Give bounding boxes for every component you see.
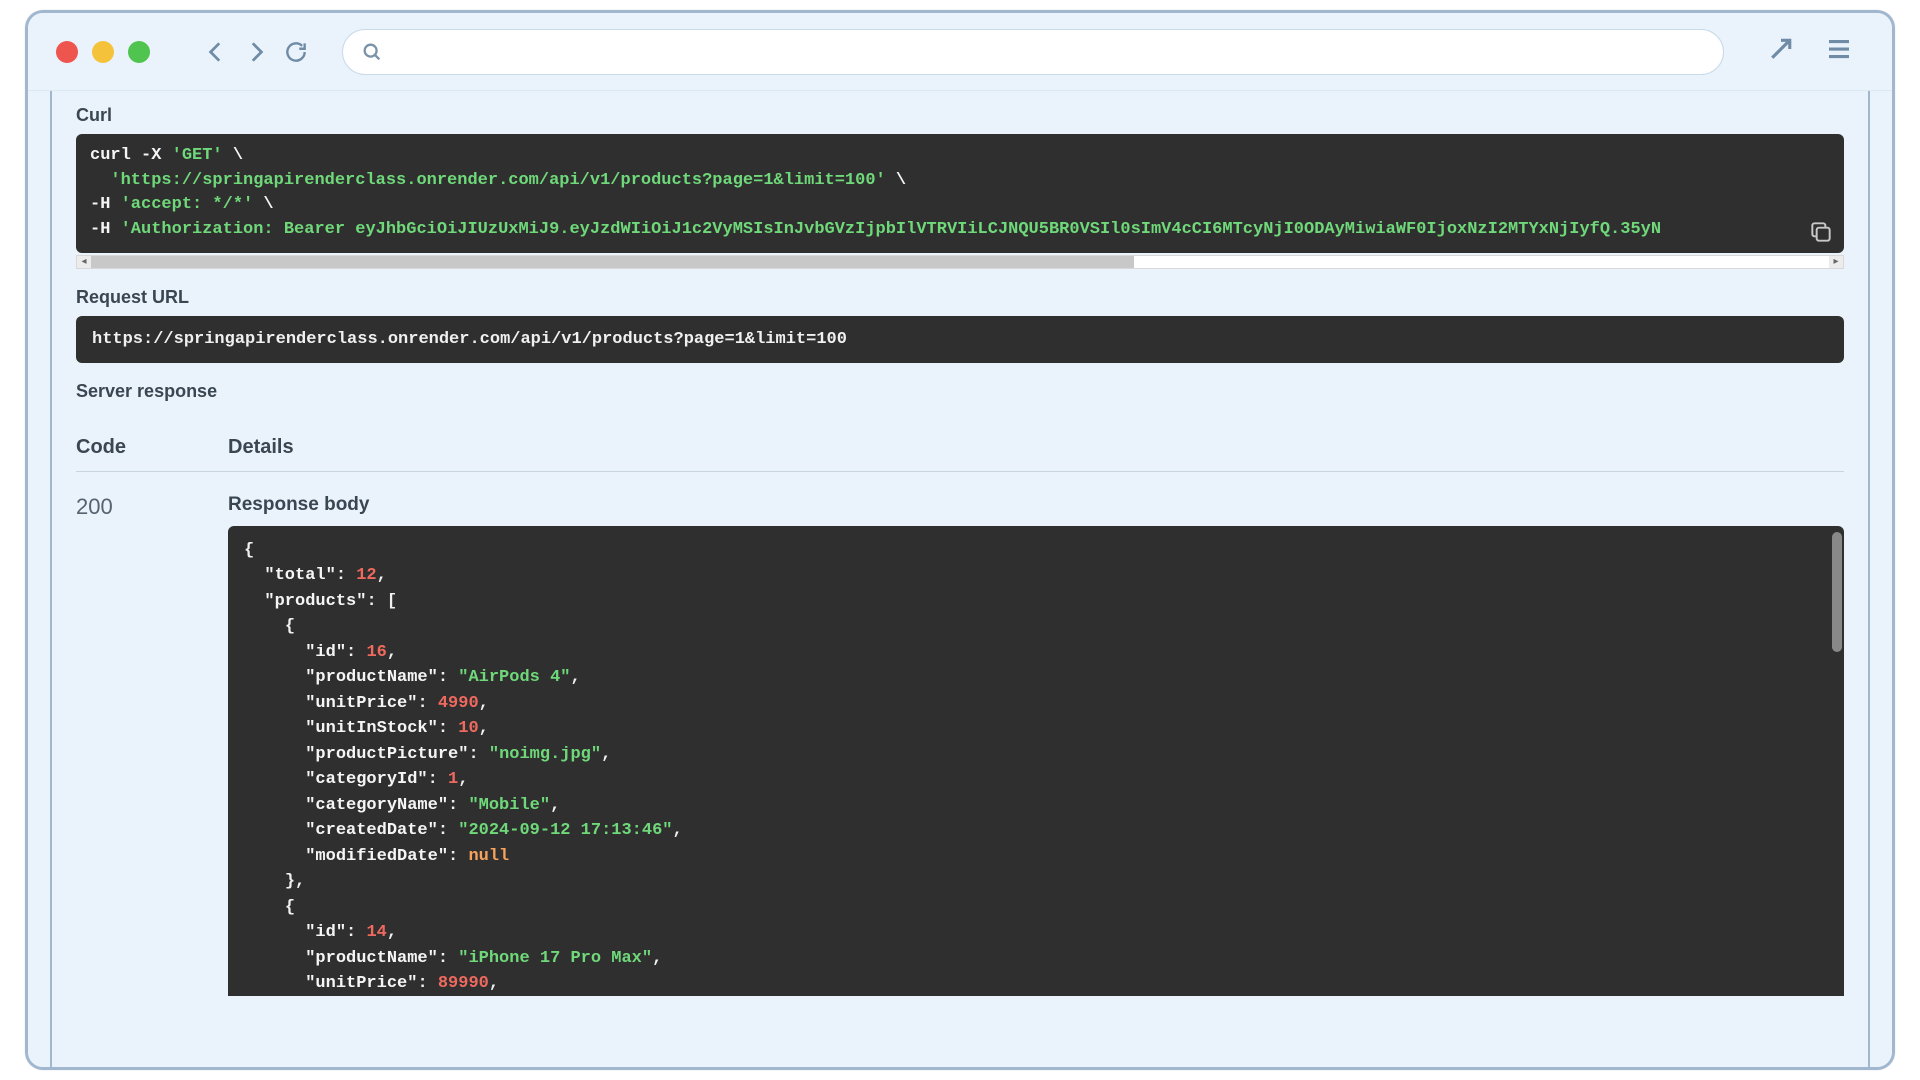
window-controls xyxy=(56,41,150,63)
address-bar[interactable] xyxy=(342,29,1724,75)
toolbar-right xyxy=(1766,34,1854,69)
response-details: Response body { "total": 12, "products":… xyxy=(228,494,1844,996)
json-p0-price: 4990 xyxy=(438,694,479,713)
curl-bs3: \ xyxy=(253,195,273,214)
minimize-window-button[interactable] xyxy=(92,41,114,63)
search-icon xyxy=(361,41,383,63)
json-p0-pic: noimg.jpg xyxy=(499,745,591,764)
curl-h1-flag: -H xyxy=(90,195,121,214)
server-response-label: Server response xyxy=(76,381,1844,402)
json-p0-created: 2024-09-12 17:13:46 xyxy=(468,821,662,840)
back-button[interactable] xyxy=(202,38,230,66)
json-p0-name: AirPods 4 xyxy=(468,668,560,687)
menu-icon[interactable] xyxy=(1824,34,1854,69)
scroll-right-arrow[interactable]: ▸ xyxy=(1829,256,1843,268)
curl-h2: 'Authorization: Bearer eyJhbGciOiJIUzUxM… xyxy=(121,220,1661,239)
swagger-panel: Curl curl -X 'GET' \ 'https://springapir… xyxy=(50,91,1870,1067)
page-content: Curl curl -X 'GET' \ 'https://springapir… xyxy=(28,91,1892,1067)
curl-method: 'GET' xyxy=(172,146,223,165)
curl-section-label: Curl xyxy=(76,105,1844,126)
json-p0-stock: 10 xyxy=(458,719,478,738)
json-p1-price: 89990 xyxy=(438,974,489,993)
response-row: 200 Response body { "total": 12, "produc… xyxy=(76,472,1844,996)
forward-button[interactable] xyxy=(242,38,270,66)
curl-h1: 'accept: */*' xyxy=(121,195,254,214)
response-body-json[interactable]: { "total": 12, "products": [ { "id": 16,… xyxy=(228,526,1844,996)
json-total: 12 xyxy=(356,566,376,585)
curl-block-wrapper: curl -X 'GET' \ 'https://springapirender… xyxy=(76,134,1844,269)
close-window-button[interactable] xyxy=(56,41,78,63)
curl-url: 'https://springapirenderclass.onrender.c… xyxy=(110,171,885,190)
refresh-button[interactable] xyxy=(282,38,310,66)
vertical-scrollbar-thumb[interactable] xyxy=(1832,532,1842,652)
details-column-header: Details xyxy=(228,436,294,459)
expand-icon[interactable] xyxy=(1766,34,1796,69)
response-code: 200 xyxy=(76,494,138,520)
curl-cmd: curl -X xyxy=(90,146,172,165)
curl-h2-flag: -H xyxy=(90,220,121,239)
response-body-label: Response body xyxy=(228,494,1844,516)
request-url-block[interactable]: https://springapirenderclass.onrender.co… xyxy=(76,316,1844,363)
json-p1-id: 14 xyxy=(366,923,386,942)
json-p0-id: 16 xyxy=(366,643,386,662)
scroll-thumb[interactable] xyxy=(91,256,1134,268)
curl-bs1: \ xyxy=(223,146,243,165)
url-input[interactable] xyxy=(393,41,1705,62)
curl-bs2: \ xyxy=(886,171,906,190)
json-p1-name: iPhone 17 Pro Max xyxy=(468,949,641,968)
response-headers-row: Code Details xyxy=(76,422,1844,472)
curl-code-block[interactable]: curl -X 'GET' \ 'https://springapirender… xyxy=(76,134,1844,253)
json-p0-catname: Mobile xyxy=(479,796,540,815)
json-p0-catid: 1 xyxy=(448,770,458,789)
copy-curl-icon[interactable] xyxy=(1808,219,1834,245)
code-column-header: Code xyxy=(76,436,138,459)
scroll-left-arrow[interactable]: ◂ xyxy=(77,256,91,268)
scroll-track[interactable] xyxy=(91,256,1829,268)
browser-toolbar xyxy=(28,13,1892,91)
browser-window: Curl curl -X 'GET' \ 'https://springapir… xyxy=(25,10,1895,1070)
maximize-window-button[interactable] xyxy=(128,41,150,63)
request-url-label: Request URL xyxy=(76,287,1844,308)
horizontal-scrollbar[interactable]: ◂ ▸ xyxy=(76,255,1844,269)
